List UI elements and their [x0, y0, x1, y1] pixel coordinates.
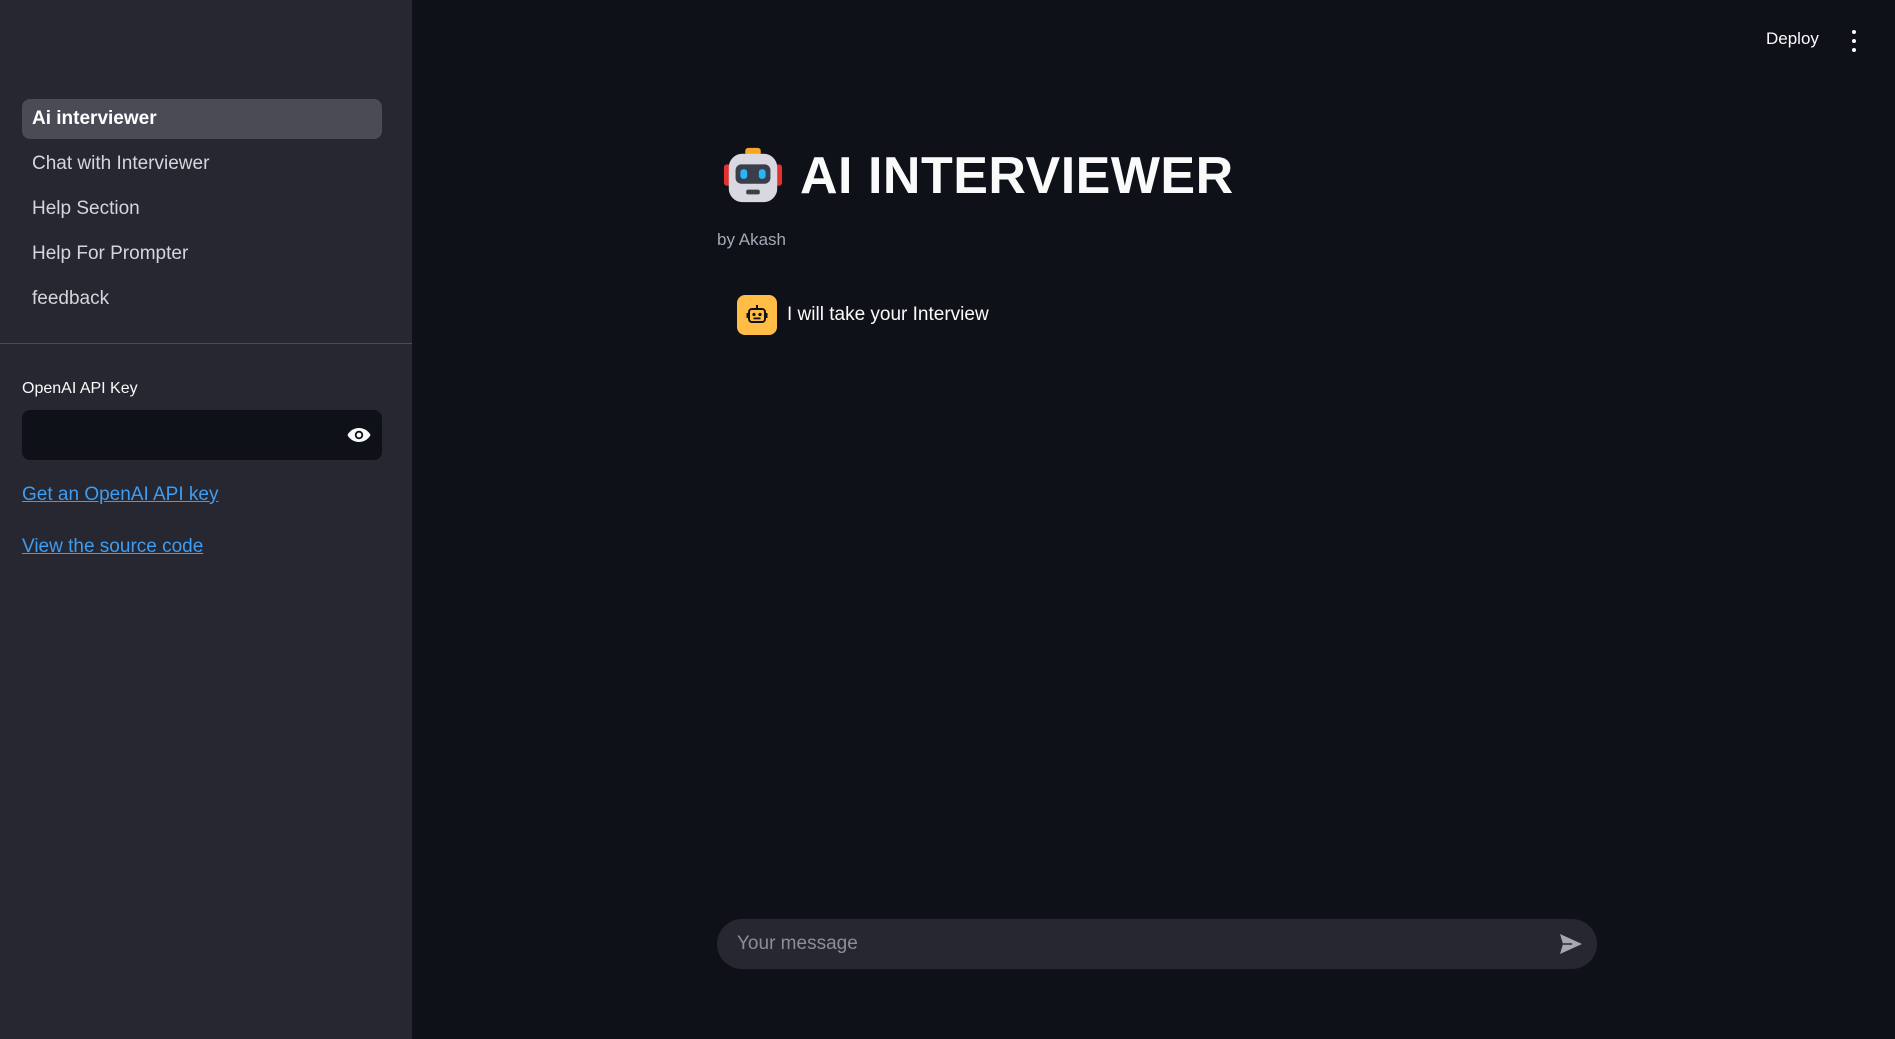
chat-message-text: I will take your Interview [787, 304, 989, 325]
page-title-row: AI INTERVIEWER [722, 140, 1234, 212]
api-key-field [22, 410, 382, 460]
chat-message-input[interactable] [717, 919, 1537, 969]
sidebar-item-ai-interviewer[interactable]: Ai interviewer [22, 99, 382, 139]
send-icon[interactable] [1558, 932, 1584, 956]
deploy-button[interactable]: Deploy [1766, 29, 1819, 53]
sidebar: Ai interviewer Chat with Interviewer Hel… [0, 0, 412, 1039]
bot-avatar-icon [737, 295, 777, 335]
sidebar-divider [0, 343, 412, 344]
chat-input-bar [717, 919, 1597, 969]
app-root: Ai interviewer Chat with Interviewer Hel… [0, 0, 1895, 1039]
api-key-input[interactable] [22, 410, 322, 460]
sidebar-item-help-for-prompter[interactable]: Help For Prompter [22, 234, 382, 274]
sidebar-nav: Ai interviewer Chat with Interviewer Hel… [22, 99, 382, 324]
api-key-label: OpenAI API Key [22, 380, 138, 397]
byline: by Akash [717, 230, 786, 249]
robot-emoji-icon [723, 147, 783, 203]
page-title: AI INTERVIEWER [800, 147, 1234, 205]
show-password-icon[interactable] [346, 424, 372, 446]
chat-message: I will take your Interview [737, 295, 989, 335]
more-vertical-icon[interactable] [1847, 30, 1861, 52]
view-source-code-link[interactable]: View the source code [22, 536, 203, 558]
get-api-key-link[interactable]: Get an OpenAI API key [22, 484, 218, 506]
sidebar-item-feedback[interactable]: feedback [22, 279, 382, 319]
sidebar-item-help-section[interactable]: Help Section [22, 189, 382, 229]
sidebar-item-chat-with-interviewer[interactable]: Chat with Interviewer [22, 144, 382, 184]
